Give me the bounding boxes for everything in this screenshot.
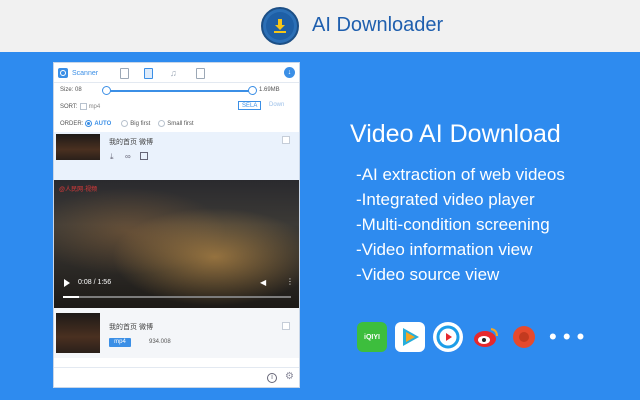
video-frame [54,180,299,308]
item-download-icon[interactable]: ⤓ [110,152,114,162]
sort-option: mp4 [88,103,101,110]
supported-sites: iQIYI • • • [357,322,584,352]
video-thumbnail [56,134,100,160]
mango-icon [509,322,539,352]
item-size: 934.008 [149,339,171,345]
tab-music[interactable]: ♫ [170,66,177,80]
sort-label: SORT: [60,103,78,110]
settings-gear-icon[interactable]: ⚙ [285,371,294,382]
weibo-icon [471,322,501,352]
music-icon: ♫ [170,68,177,78]
size-filter: Size: 08 [60,87,82,93]
video-time: 0:08 / 1:56 [78,279,112,286]
more-sites-icon: • • • [549,324,585,349]
list-item[interactable]: 我的首页 微博 ⤓ ∞ [54,132,299,180]
item-title: 我的首页 微博 [109,139,153,146]
sort-checkbox[interactable] [79,103,87,110]
order-big-radio[interactable] [121,120,129,127]
iqiyi-icon: iQIYI [357,322,387,352]
order-big-label: Big first [130,120,151,127]
video-player[interactable]: @人民网·视频 0:08 / 1:56 ◀ ⋮ [54,180,299,308]
extension-popup: Scanner ♫ ↓ Size: 08 1.69MB SORT: mp4 SE… [53,62,300,388]
tab-video[interactable] [144,66,153,80]
size-label: Size: 08 [60,87,82,93]
select-all-button[interactable]: SELA [238,101,262,110]
tab-bar: Scanner ♫ ↓ [54,63,299,83]
video-channel-logo: @人民网·视频 [59,187,98,193]
tab-image[interactable] [120,66,129,80]
tencent-video-icon [395,322,425,352]
tab-document[interactable] [196,66,205,80]
order-label: ORDER: [60,120,84,127]
tab-scanner-label: Scanner [72,69,99,77]
feature-item: -Video source view [356,265,500,284]
format-badge: mp4 [109,338,131,347]
scanner-icon [58,68,68,78]
headline: Video AI Download [350,120,561,148]
more-options-icon[interactable]: ⋮ [286,277,294,286]
video-thumbnail [56,313,100,353]
feature-item: -Multi-condition screening [356,215,550,234]
download-icon [261,7,299,45]
video-progress-bar[interactable] [63,296,291,298]
order-auto-radio[interactable] [85,120,93,127]
size-slider-min-knob[interactable] [102,86,111,95]
feature-item: -Integrated video player [356,190,535,209]
info-icon[interactable]: i [267,373,277,383]
item-checkbox[interactable] [282,322,290,330]
size-slider-track[interactable] [104,90,254,92]
item-open-icon[interactable] [140,152,148,160]
size-slider-max-knob[interactable] [248,86,257,95]
volume-icon[interactable]: ◀ [260,278,266,287]
order-small-label: Small first [167,120,194,127]
video-icon [144,67,153,79]
app-title: AI Downloader [312,14,444,36]
down-button[interactable]: Down [266,101,287,110]
youku-icon [433,322,463,352]
feature-item: -Video information view [356,240,533,259]
item-link-icon[interactable]: ∞ [125,152,131,161]
tab-scanner[interactable]: Scanner [58,66,98,80]
download-all-icon[interactable]: ↓ [284,67,295,78]
order-auto-label: AUTO [94,120,112,127]
sort-row: SORT: mp4 [60,103,100,110]
play-icon[interactable] [64,279,70,287]
popup-footer: i ⚙ [54,367,299,387]
order-small-radio[interactable] [158,120,166,127]
feature-item: -AI extraction of web videos [356,165,565,184]
size-max: 1.69MB [259,87,280,93]
video-progress-fill [63,296,79,298]
order-row: ORDER: AUTO Big first Small first [60,120,194,127]
list-item[interactable]: 我的首页 微博 mp4 934.008 [54,308,299,358]
image-icon [120,67,129,79]
item-title: 我的首页 微博 [109,324,153,331]
document-icon [196,67,205,79]
item-checkbox[interactable] [282,136,290,144]
top-header: AI Downloader [0,0,640,52]
